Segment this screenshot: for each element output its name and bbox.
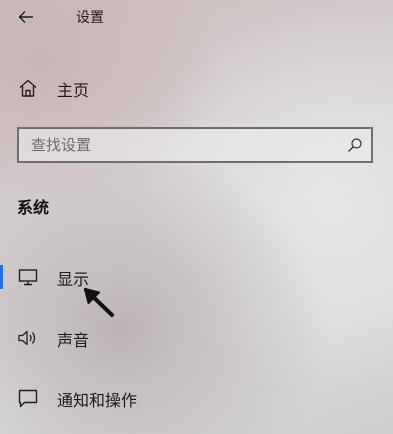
search-input[interactable] (31, 135, 331, 155)
home-icon (19, 79, 37, 97)
nav-item-display-label: 显示 (57, 270, 90, 289)
nav-item-notifications[interactable]: 通知和操作 (0, 380, 393, 416)
nav-item-sound[interactable]: 声音 (0, 320, 393, 356)
nav-item-home[interactable]: 主页 (0, 70, 393, 106)
speaker-icon (18, 330, 36, 346)
nav-item-sound-label: 声音 (57, 331, 90, 350)
nav-item-home-label: 主页 (57, 81, 90, 100)
nav-item-display[interactable]: 显示 (0, 259, 393, 295)
section-title: 系统 (17, 198, 50, 217)
notification-icon (18, 389, 38, 408)
search-box[interactable] (17, 127, 373, 163)
back-arrow-icon (18, 11, 33, 23)
selected-indicator (0, 265, 3, 289)
window-title: 设置 (76, 10, 104, 26)
back-button[interactable] (10, 4, 42, 30)
monitor-icon (18, 269, 38, 286)
nav-item-notifications-label: 通知和操作 (57, 391, 138, 410)
search-icon[interactable] (347, 137, 363, 153)
title-bar: 设置 (0, 0, 393, 34)
